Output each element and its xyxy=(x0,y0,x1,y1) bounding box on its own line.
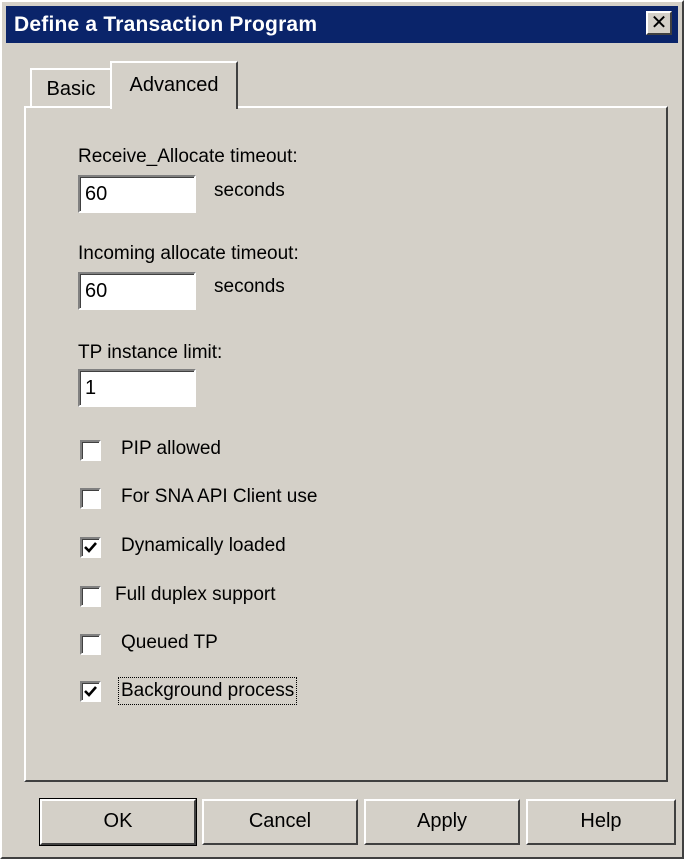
pip-allowed-checkbox[interactable] xyxy=(80,440,101,461)
ok-button[interactable]: OK xyxy=(39,798,197,846)
sna-api-client-label[interactable]: For SNA API Client use xyxy=(121,486,317,508)
receive-allocate-unit: seconds xyxy=(214,180,285,201)
dialog-window: Define a Transaction Program ✕ Basic Adv… xyxy=(0,0,684,859)
pip-allowed-label[interactable]: PIP allowed xyxy=(121,438,221,460)
dynamically-loaded-checkbox[interactable] xyxy=(80,537,101,558)
help-button[interactable]: Help xyxy=(526,799,676,845)
queued-tp-label[interactable]: Queued TP xyxy=(121,632,218,654)
queued-tp-checkbox[interactable] xyxy=(80,634,101,655)
incoming-allocate-timeout-input[interactable]: 60 xyxy=(78,272,196,310)
tp-instance-limit-label: TP instance limit: xyxy=(78,342,223,363)
tp-instance-limit-input[interactable]: 1 xyxy=(78,369,196,407)
close-button[interactable]: ✕ xyxy=(646,11,672,35)
checkmark-icon xyxy=(84,686,97,697)
incoming-allocate-timeout-label: Incoming allocate timeout: xyxy=(78,243,299,264)
close-icon: ✕ xyxy=(650,10,668,34)
full-duplex-checkbox[interactable] xyxy=(80,586,101,607)
checkmark-icon xyxy=(84,542,97,553)
receive-allocate-timeout-input[interactable]: 60 xyxy=(78,175,196,213)
apply-button[interactable]: Apply xyxy=(364,799,520,845)
background-process-checkbox[interactable] xyxy=(80,681,101,702)
incoming-allocate-unit: seconds xyxy=(214,276,285,297)
tab-basic[interactable]: Basic xyxy=(30,68,112,108)
title-bar[interactable]: Define a Transaction Program ✕ xyxy=(6,6,678,43)
tab-advanced[interactable]: Advanced xyxy=(110,61,238,109)
cancel-button[interactable]: Cancel xyxy=(202,799,358,845)
dynamically-loaded-label[interactable]: Dynamically loaded xyxy=(121,535,286,557)
background-process-label[interactable]: Background process xyxy=(117,677,298,705)
window-title: Define a Transaction Program xyxy=(14,13,318,36)
sna-api-client-checkbox[interactable] xyxy=(80,488,101,509)
full-duplex-label[interactable]: Full duplex support xyxy=(115,584,276,606)
receive-allocate-timeout-label: Receive_Allocate timeout: xyxy=(78,146,298,167)
